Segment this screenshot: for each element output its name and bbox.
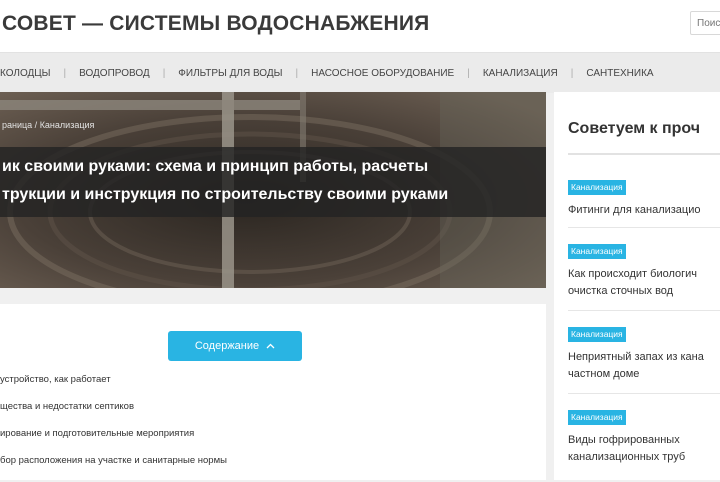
recommended-item-title[interactable]: Виды гофрированных канализационных труб (568, 432, 720, 466)
main-nav: КОЛОДЦЫ | ВОДОПРОВОД | ФИЛЬТРЫ ДЛЯ ВОДЫ … (0, 52, 720, 93)
breadcrumb-separator: / (32, 120, 40, 130)
nav-separator: | (570, 67, 574, 79)
page-title-line2: трукции и инструкция по строительству св… (2, 186, 449, 203)
toc-item[interactable]: устройство, как работает (0, 374, 227, 401)
nav-item-pumps[interactable]: НАСОСНОЕ ОБОРУДОВАНИЕ (311, 68, 454, 79)
nav-item-sanitary[interactable]: САНТЕХНИКА (586, 68, 653, 79)
breadcrumb-category[interactable]: Канализация (40, 120, 95, 130)
article-content: Содержание устройство, как работает щест… (0, 304, 546, 480)
breadcrumb-home[interactable]: раница (2, 120, 32, 130)
nav-item-sewerage[interactable]: КАНАЛИЗАЦИЯ (483, 68, 558, 79)
toc-button-label: Содержание (194, 340, 260, 352)
sidebar-divider (568, 153, 720, 155)
category-badge[interactable]: Канализация (568, 410, 626, 425)
recommended-item-title[interactable]: Неприятный запах из кана частном доме (568, 349, 720, 383)
site-title[interactable]: СОВЕТ — СИСТЕМЫ ВОДОСНАБЖЕНИЯ (2, 12, 429, 36)
recommended-item-title-line1: Фитинги для канализацио (568, 204, 701, 216)
recommended-item[interactable]: Канализация Неприятный запах из кана час… (568, 324, 720, 383)
toc-item[interactable]: щества и недостатки септиков (0, 401, 227, 428)
sidebar-item-divider (568, 393, 720, 394)
nav-separator: | (162, 67, 166, 79)
category-badge[interactable]: Канализация (568, 244, 626, 259)
sidebar-item-divider (568, 310, 720, 311)
chevron-up-icon (266, 343, 275, 349)
recommended-item[interactable]: Канализация Виды гофрированных канализац… (568, 407, 720, 466)
recommended-item-title-line2: канализационных труб (568, 451, 686, 463)
toc-list: устройство, как работает щества и недост… (0, 374, 227, 482)
search-box[interactable] (690, 11, 720, 35)
recommended-item-title-line2: частном доме (568, 368, 640, 380)
nav-separator: | (295, 67, 299, 79)
category-badge[interactable]: Канализация (568, 180, 626, 195)
nav-separator: | (467, 67, 470, 79)
recommended-item-title[interactable]: Как происходит биологич очистка сточных … (568, 266, 720, 300)
category-badge[interactable]: Канализация (568, 327, 626, 342)
title-overlay: ик своими руками: схема и принцип работы… (0, 147, 546, 217)
sidebar-heading: Советуем к проч (568, 120, 701, 137)
nav-item-plumbing[interactable]: ВОДОПРОВОД (79, 68, 150, 79)
page-title: ик своими руками: схема и принцип работы… (2, 153, 546, 209)
recommended-item-title[interactable]: Фитинги для канализацио (568, 202, 720, 219)
recommended-item[interactable]: Канализация Фитинги для канализацио (568, 177, 720, 219)
recommended-item-title-line1: Как происходит биологич (568, 268, 698, 280)
nav-item-water-filters[interactable]: ФИЛЬТРЫ ДЛЯ ВОДЫ (178, 68, 282, 79)
nav-separator: | (63, 67, 67, 79)
toc-item[interactable]: бор расположения на участке и санитарные… (0, 455, 227, 482)
recommended-item-title-line1: Неприятный запах из кана (568, 351, 704, 363)
hero-banner: раница / Канализация ик своими руками: с… (0, 92, 546, 288)
nav-items: КОЛОДЦЫ | ВОДОПРОВОД | ФИЛЬТРЫ ДЛЯ ВОДЫ … (0, 53, 654, 93)
sidebar-recommended: Советуем к проч Канализация Фитинги для … (554, 92, 720, 480)
breadcrumb: раница / Канализация (2, 120, 94, 130)
site-header: СОВЕТ — СИСТЕМЫ ВОДОСНАБЖЕНИЯ (0, 0, 720, 52)
toc-toggle-button[interactable]: Содержание (168, 331, 302, 361)
sidebar-item-divider (568, 227, 720, 228)
recommended-item-title-line2: очистка сточных вод (568, 285, 674, 297)
toc-item[interactable]: ирование и подготовительные мероприятия (0, 428, 227, 455)
recommended-item[interactable]: Канализация Как происходит биологич очис… (568, 241, 720, 300)
recommended-item-title-line1: Виды гофрированных (568, 434, 680, 446)
nav-item-wells[interactable]: КОЛОДЦЫ (0, 68, 51, 79)
search-input[interactable] (691, 12, 720, 34)
page-title-line1: ик своими руками: схема и принцип работы… (2, 158, 429, 175)
